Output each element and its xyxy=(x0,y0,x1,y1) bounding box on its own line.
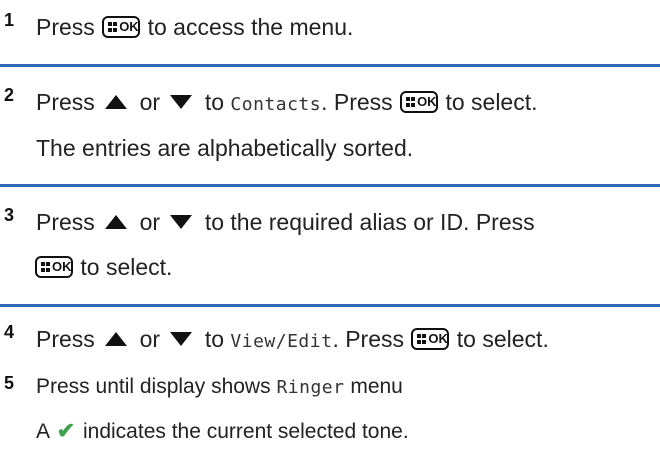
step-note: A ✔ indicates the current selected tone. xyxy=(36,418,409,443)
menu-item-name: Contacts xyxy=(230,94,322,115)
step-number: 1 xyxy=(4,10,15,30)
menu-item-name: View/Edit xyxy=(230,331,333,352)
up-arrow-icon xyxy=(105,214,128,229)
down-arrow-icon xyxy=(170,331,193,346)
ok-menu-button-icon: OK xyxy=(35,256,73,278)
ok-menu-button-icon: OK xyxy=(411,328,450,350)
ok-menu-button-icon: OK xyxy=(102,16,141,38)
step-text: Press until display shows Ringer menu xyxy=(36,375,403,398)
step-divider xyxy=(0,304,660,307)
down-arrow-icon xyxy=(170,94,193,109)
up-arrow-icon xyxy=(105,331,128,346)
step-text: Press or to View/Edit. Press OK to selec… xyxy=(36,326,549,352)
step-text: Press or to the required alias or ID. Pr… xyxy=(36,209,535,235)
menu-item-name: Ringer xyxy=(276,377,345,398)
step-number: 4 xyxy=(4,322,15,342)
step-divider xyxy=(0,64,660,67)
step-number: 2 xyxy=(4,85,15,105)
up-arrow-icon xyxy=(105,94,128,109)
ok-menu-button-icon: OK xyxy=(400,91,439,113)
checkmark-icon: ✔ xyxy=(56,418,76,443)
step-text-cont: OK to select. xyxy=(34,254,172,281)
step-number: 5 xyxy=(4,373,15,393)
step-divider xyxy=(0,184,660,187)
step-text: Press OK to access the menu. xyxy=(36,14,354,40)
step-note: The entries are alphabetically sorted. xyxy=(36,135,414,161)
down-arrow-icon xyxy=(170,214,193,229)
step-text: Press or to Contacts. Press OK to select… xyxy=(36,89,538,115)
step-number: 3 xyxy=(4,205,15,225)
